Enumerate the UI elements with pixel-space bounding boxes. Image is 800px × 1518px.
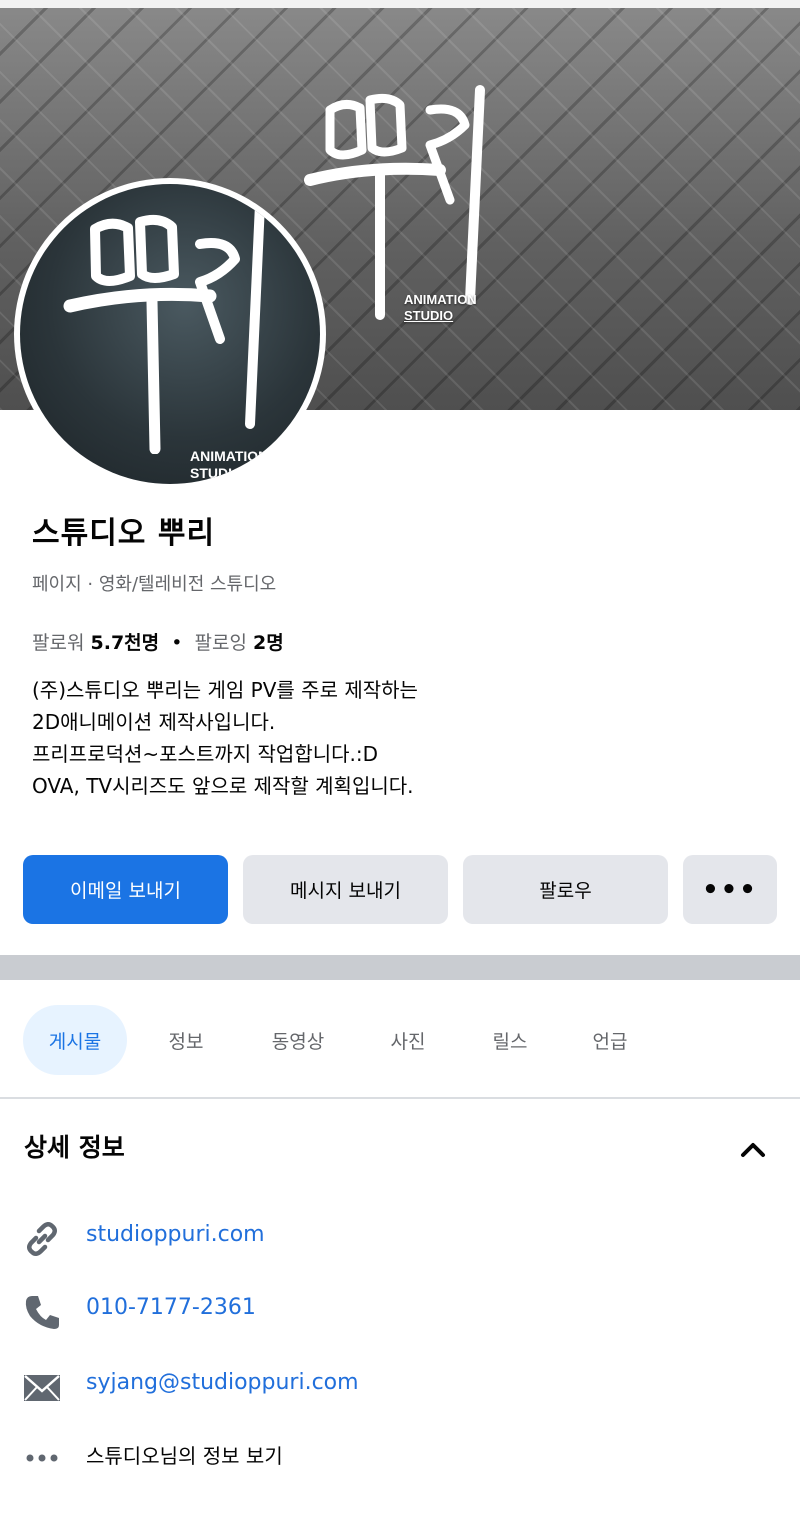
bio-line: (주)스튜디오 뿌리는 게임 PV를 주로 제작하는	[32, 678, 418, 702]
envelope-icon	[22, 1367, 62, 1407]
chevron-up-icon[interactable]	[738, 1135, 768, 1163]
more-dots-icon	[22, 1437, 62, 1477]
send-message-button[interactable]: 메시지 보내기	[243, 855, 448, 924]
see-about-info-link[interactable]: 스튜디오님의 정보 보기	[86, 1440, 283, 1469]
follow-button[interactable]: 팔로우	[463, 855, 668, 924]
profile-avatar[interactable]: ANIMATION STUDIO	[14, 178, 326, 490]
tab-reels[interactable]: 릴스	[470, 1005, 550, 1075]
email-link[interactable]: syjang@studioppuri.com	[86, 1370, 359, 1395]
tab-about[interactable]: 정보	[146, 1005, 226, 1075]
tab-photos[interactable]: 사진	[368, 1005, 448, 1075]
cover-brand-logo	[300, 70, 500, 330]
followers-link[interactable]: 팔로워 5.7천명	[32, 632, 159, 654]
website-row[interactable]: studioppuri.com	[0, 1214, 800, 1264]
stats-separator: •	[171, 632, 183, 654]
bio-line: 프리프로덕션~포스트까지 작업합니다.:D	[32, 742, 379, 766]
section-divider	[0, 955, 800, 980]
page-title: 스튜디오 뿌리	[32, 516, 216, 551]
see-about-row[interactable]: 스튜디오님의 정보 보기	[0, 1432, 800, 1482]
phone-icon	[22, 1292, 62, 1332]
website-link[interactable]: studioppuri.com	[86, 1222, 265, 1247]
bio-line: 2D애니메이션 제작사입니다.	[32, 710, 276, 734]
tab-videos[interactable]: 동영상	[252, 1005, 344, 1075]
tab-mentions[interactable]: 언급	[570, 1005, 650, 1075]
phone-row[interactable]: 010-7177-2361	[0, 1287, 800, 1337]
following-link[interactable]: 팔로잉 2명	[195, 632, 284, 654]
email-row[interactable]: syjang@studioppuri.com	[0, 1362, 800, 1412]
tab-posts[interactable]: 게시물	[23, 1005, 127, 1075]
status-strip	[0, 0, 800, 8]
follow-stats: 팔로워 5.7천명 • 팔로잉 2명	[32, 628, 284, 655]
tabs-divider	[0, 1097, 800, 1099]
link-icon	[22, 1219, 62, 1259]
page-category: 페이지 · 영화/텔레비전 스튜디오	[32, 574, 277, 595]
cover-studio-text: ANIMATION STUDIO	[404, 292, 477, 323]
avatar-image: ANIMATION STUDIO	[20, 184, 320, 484]
avatar-studio-text: ANIMATION STUDIO	[190, 448, 269, 481]
send-email-button[interactable]: 이메일 보내기	[23, 855, 228, 924]
details-title: 상세 정보	[24, 1133, 125, 1162]
bio-line: OVA, TV시리즈도 앞으로 제작할 계획입니다.	[32, 774, 414, 798]
more-options-button[interactable]: •••	[683, 855, 777, 924]
profile-tabs: 게시물 정보 동영상 사진 릴스 언급	[0, 1005, 800, 1075]
phone-link[interactable]: 010-7177-2361	[86, 1295, 256, 1320]
page-bio: (주)스튜디오 뿌리는 게임 PV를 주로 제작하는 2D애니메이션 제작사입니…	[32, 674, 752, 802]
